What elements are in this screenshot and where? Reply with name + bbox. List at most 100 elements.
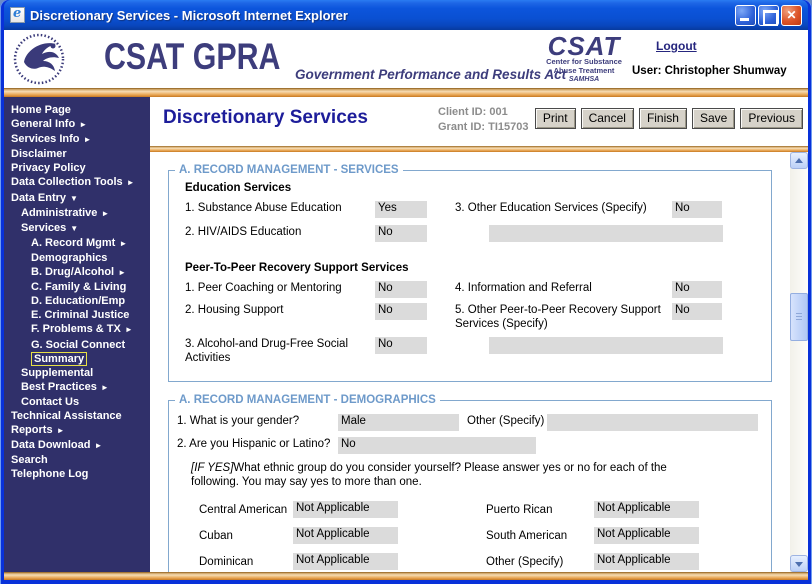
- cuban-label: Cuban: [199, 530, 293, 542]
- sidebar-item-home-page[interactable]: Home Page: [4, 103, 150, 117]
- sidebar-item-technical-assistance[interactable]: Technical Assistance: [4, 409, 150, 423]
- peer-recovery-heading: Peer-To-Peer Recovery Support Services: [185, 262, 771, 274]
- internet-explorer-document-icon: [10, 7, 25, 23]
- title-bar[interactable]: Discretionary Services - Microsoft Inter…: [4, 0, 808, 30]
- form-scroll-area: A. RECORD MANAGEMENT - SERVICES Educatio…: [150, 152, 790, 572]
- peer-coaching-value: No: [375, 281, 427, 298]
- close-button[interactable]: [781, 5, 802, 26]
- hispanic-question-label: 2. Are you Hispanic or Latino?: [177, 437, 338, 451]
- sidebar-item-summary[interactable]: Summary: [4, 352, 150, 366]
- sidebar-item-data-collection-tools[interactable]: Data Collection Tools: [4, 175, 150, 190]
- save-button[interactable]: Save: [692, 108, 735, 129]
- sidebar-item-best-practices[interactable]: Best Practices: [4, 380, 150, 395]
- cuban-value: Not Applicable: [293, 527, 398, 544]
- substance-abuse-education-value: Yes: [375, 201, 427, 218]
- sidebar-item-criminal-justice[interactable]: E. Criminal Justice: [4, 308, 150, 322]
- browser-window: Discretionary Services - Microsoft Inter…: [0, 0, 812, 584]
- grant-id: Grant ID: TI15703: [438, 120, 528, 135]
- sidebar-item-data-entry[interactable]: Data Entry: [4, 191, 150, 206]
- submenu-right-arrow-icon: [125, 323, 133, 335]
- sidebar-item-services-info[interactable]: Services Info: [4, 132, 150, 147]
- sidebar-item-reports[interactable]: Reports: [4, 423, 150, 438]
- if-yes-condition: [IF YES]: [191, 462, 233, 474]
- sidebar-item-demographics[interactable]: Demographics: [4, 251, 150, 265]
- puerto-rican-label: Puerto Rican: [486, 504, 594, 516]
- submenu-down-arrow-icon: [70, 192, 78, 204]
- sidebar-item-record-mgmt[interactable]: A. Record Mgmt: [4, 236, 150, 251]
- previous-button[interactable]: Previous: [740, 108, 803, 129]
- submenu-right-arrow-icon: [79, 118, 87, 130]
- section-services-legend: A. RECORD MANAGEMENT - SERVICES: [175, 164, 403, 176]
- sidebar-item-drug-alcohol[interactable]: B. Drug/Alcohol: [4, 265, 150, 280]
- footer-divider-bar: [4, 572, 808, 580]
- sidebar-item-administrative[interactable]: Administrative: [4, 206, 150, 221]
- section-record-management-demographics: A. RECORD MANAGEMENT - DEMOGRAPHICS 1. W…: [168, 394, 772, 572]
- gender-value: Male: [338, 414, 459, 431]
- housing-support-label: 2. Housing Support: [185, 303, 375, 317]
- window-title: Discretionary Services - Microsoft Inter…: [30, 8, 730, 23]
- csat-samhsa-logo: CSAT Center for Substance Abuse Treatmen…: [536, 34, 632, 84]
- submenu-right-arrow-icon: [127, 176, 135, 188]
- header-divider-bar: [4, 88, 808, 97]
- submenu-right-arrow-icon: [94, 439, 102, 451]
- gender-other-specify-label: Other (Specify): [467, 414, 547, 428]
- information-referral-label: 4. Information and Referral: [455, 281, 672, 295]
- ethnic-other-specify-label: Other (Specify): [486, 556, 594, 568]
- hiv-aids-education-value: No: [375, 225, 427, 242]
- hispanic-value: No: [338, 437, 536, 454]
- submenu-right-arrow-icon: [101, 207, 109, 219]
- south-american-value: Not Applicable: [594, 527, 699, 544]
- sidebar-item-search[interactable]: Search: [4, 453, 150, 467]
- sidebar-item-data-download[interactable]: Data Download: [4, 438, 150, 453]
- sidebar-item-telephone-log[interactable]: Telephone Log: [4, 467, 150, 481]
- sidebar-item-general-info[interactable]: General Info: [4, 117, 150, 132]
- gender-other-specify-field: [547, 414, 758, 431]
- sidebar-item-education-emp[interactable]: D. Education/Emp: [4, 294, 150, 308]
- central-american-label: Central American: [199, 504, 293, 516]
- submenu-right-arrow-icon: [101, 381, 109, 393]
- client-id: Client ID: 001: [438, 105, 528, 120]
- navigation-sidebar: Home Page General Info Services Info Dis…: [4, 97, 150, 572]
- other-peer-recovery-label: 5. Other Peer-to-Peer Recovery Support S…: [455, 303, 672, 331]
- logout-link[interactable]: Logout: [656, 39, 697, 53]
- hiv-aids-education-label: 2. HIV/AIDS Education: [185, 225, 375, 239]
- information-referral-value: No: [672, 281, 722, 298]
- maximize-button[interactable]: [758, 5, 779, 26]
- puerto-rican-value: Not Applicable: [594, 501, 699, 518]
- substance-abuse-education-label: 1. Substance Abuse Education: [185, 201, 375, 215]
- sidebar-item-social-connect[interactable]: G. Social Connect: [4, 338, 150, 352]
- sidebar-item-supplemental[interactable]: Supplemental: [4, 366, 150, 380]
- section-record-management-services: A. RECORD MANAGEMENT - SERVICES Educatio…: [168, 164, 772, 382]
- education-services-heading: Education Services: [185, 182, 771, 194]
- south-american-label: South American: [486, 530, 594, 542]
- submenu-right-arrow-icon: [119, 237, 127, 249]
- print-button[interactable]: Print: [535, 108, 576, 129]
- section-demographics-legend: A. RECORD MANAGEMENT - DEMOGRAPHICS: [175, 394, 440, 406]
- minimize-button[interactable]: [735, 5, 756, 26]
- scroll-down-button[interactable]: [790, 555, 808, 572]
- sidebar-item-contact-us[interactable]: Contact Us: [4, 395, 150, 409]
- sidebar-item-services[interactable]: Services: [4, 221, 150, 236]
- scrollbar-thumb[interactable]: [790, 293, 808, 341]
- dominican-label: Dominican: [199, 556, 293, 568]
- peer-coaching-label: 1. Peer Coaching or Mentoring: [185, 281, 375, 295]
- sidebar-item-problems-tx[interactable]: F. Problems & TX: [4, 322, 150, 337]
- sidebar-item-privacy-policy[interactable]: Privacy Policy: [4, 161, 150, 175]
- csat-gpra-logo: CSAT GPRA: [104, 36, 280, 78]
- submenu-right-arrow-icon: [83, 133, 91, 145]
- record-ids: Client ID: 001 Grant ID: TI15703: [438, 105, 528, 135]
- vertical-scrollbar[interactable]: [790, 152, 808, 572]
- sidebar-item-disclaimer[interactable]: Disclaimer: [4, 147, 150, 161]
- cancel-button[interactable]: Cancel: [581, 108, 634, 129]
- sidebar-item-family-living[interactable]: C. Family & Living: [4, 280, 150, 294]
- housing-support-value: No: [375, 303, 427, 320]
- gender-question-label: 1. What is your gender?: [177, 414, 338, 428]
- submenu-right-arrow-icon: [118, 266, 126, 278]
- finish-button[interactable]: Finish: [639, 108, 687, 129]
- other-education-services-label: 3. Other Education Services (Specify): [455, 201, 672, 215]
- scroll-up-button[interactable]: [790, 152, 808, 169]
- submenu-right-arrow-icon: [57, 424, 65, 436]
- other-education-services-specify-field: [489, 225, 723, 242]
- page-title: Discretionary Services: [163, 107, 368, 129]
- action-buttons: Print Cancel Finish Save Previous: [535, 108, 803, 129]
